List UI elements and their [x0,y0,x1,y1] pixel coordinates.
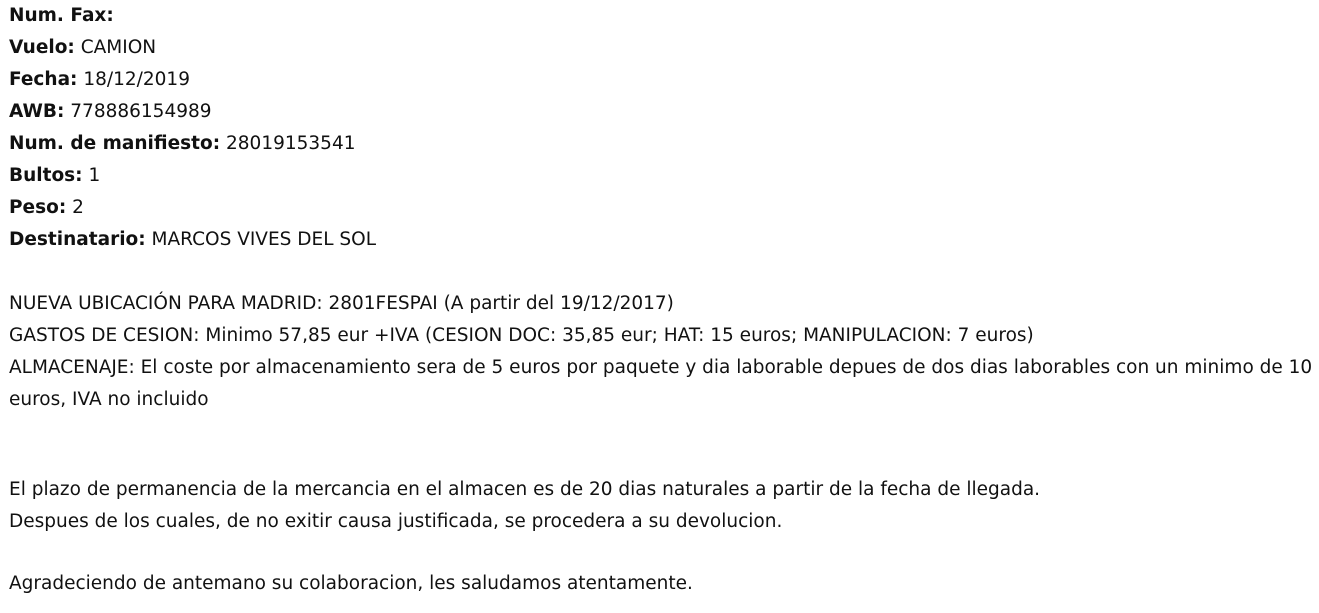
field-label: Peso: [9,197,67,218]
field-value: 2 [66,197,84,218]
notice-almacenaje: ALMACENAJE: El coste por almacenamiento … [9,357,1313,410]
field-num-manifiesto: Num. de manifiesto: 28019153541 [9,128,1314,160]
closing-greeting: Agradeciendo de antemano su colaboracion… [9,573,693,594]
field-label: Num. Fax: [9,5,114,26]
field-label: Vuelo: [9,37,75,58]
field-value: 1 [82,165,101,186]
field-num-fax: Num. Fax: [9,0,1314,32]
field-label: Fecha: [9,69,78,90]
notice-ubicacion: NUEVA UBICACIÓN PARA MADRID: 2801FESPAI … [9,293,674,314]
field-label: Num. de manifiesto: [9,133,221,154]
field-bultos: Bultos: 1 [9,160,1314,192]
field-value: 28019153541 [220,133,356,154]
field-awb: AWB: 778886154989 [9,96,1314,128]
plazo-line-1: El plazo de permanencia de la mercancia … [9,479,1041,500]
notice-gastos-cesion: GASTOS DE CESION: Minimo 57,85 eur +IVA … [9,325,1034,346]
field-fecha: Fecha: 18/12/2019 [9,64,1314,96]
field-label: Destinatario: [9,229,146,250]
field-label: AWB: [9,101,65,122]
field-destinatario: Destinatario: MARCOS VIVES DEL SOL [9,224,1314,256]
field-value: 18/12/2019 [77,69,190,90]
field-vuelo: Vuelo: CAMION [9,32,1314,64]
field-label: Bultos: [9,165,83,186]
field-value: MARCOS VIVES DEL SOL [145,229,377,250]
field-peso: Peso: 2 [9,192,1314,224]
fax-document: Num. Fax: Vuelo: CAMION Fecha: 18/12/201… [9,0,1314,600]
field-value: 778886154989 [64,101,212,122]
plazo-line-2: Despues de los cuales, de no exitir caus… [9,511,783,532]
field-value: CAMION [74,37,157,58]
